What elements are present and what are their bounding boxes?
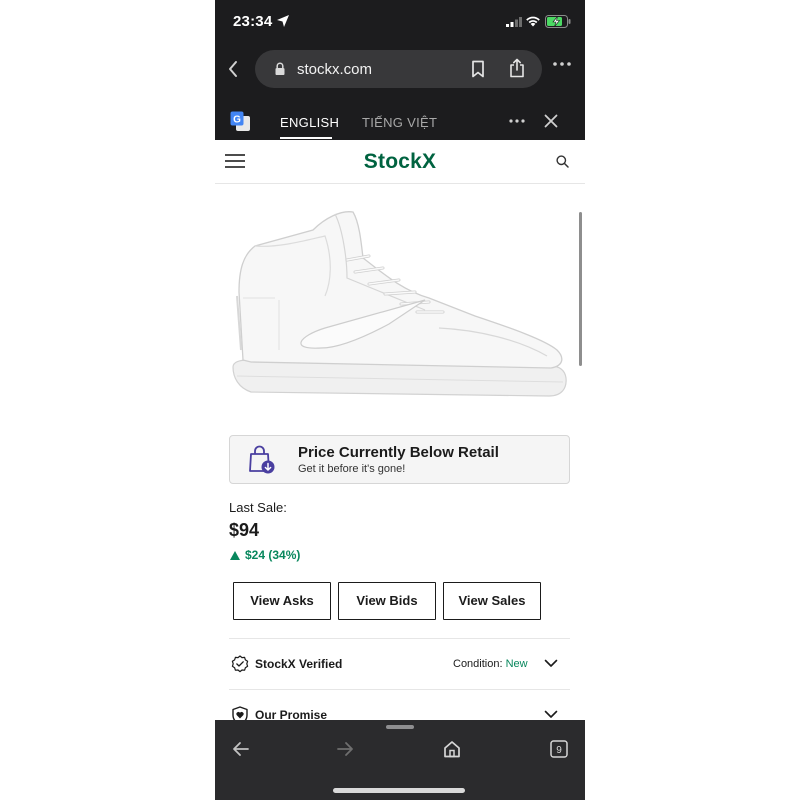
status-time: 23:34 bbox=[233, 13, 273, 30]
status-bar: 23:34 bbox=[215, 0, 585, 44]
tab-vietnamese[interactable]: TIẾNG VIỆT bbox=[362, 115, 437, 130]
address-bar-row: stockx.com bbox=[215, 48, 585, 92]
home-icon[interactable] bbox=[443, 740, 461, 758]
search-icon[interactable] bbox=[556, 155, 569, 168]
last-sale-label: Last Sale: bbox=[229, 500, 287, 515]
bookmark-icon[interactable] bbox=[471, 60, 485, 78]
browser-chrome: 23:34 stockx.com G ENGLISH TIẾNG VIỆT bbox=[215, 0, 585, 140]
sheet-handle[interactable] bbox=[386, 725, 414, 729]
more-options-icon[interactable] bbox=[553, 62, 571, 66]
view-asks-button[interactable]: View Asks bbox=[233, 582, 331, 620]
condition-text: Condition: New bbox=[453, 658, 528, 670]
tabs-icon[interactable]: 9 bbox=[550, 740, 568, 758]
back-arrow-icon[interactable] bbox=[232, 741, 249, 757]
stockx-verified-title: StockX Verified bbox=[255, 657, 343, 671]
close-icon[interactable] bbox=[544, 114, 558, 128]
location-arrow-icon bbox=[277, 15, 289, 27]
shopping-bag-icon bbox=[249, 445, 275, 474]
active-tab-underline bbox=[280, 137, 332, 139]
phone-screen: 23:34 stockx.com G ENGLISH TIẾNG VIỆT St… bbox=[215, 0, 585, 800]
last-sale-price: $94 bbox=[229, 520, 260, 540]
wifi-icon bbox=[526, 16, 540, 27]
image-scroll-indicator bbox=[579, 212, 582, 366]
condition-value: New bbox=[505, 658, 528, 670]
view-bids-button[interactable]: View Bids bbox=[338, 582, 436, 620]
condition-label: Condition: bbox=[453, 658, 503, 670]
verified-badge-icon bbox=[231, 655, 249, 673]
lock-icon bbox=[275, 62, 285, 75]
browser-back-chevron-icon[interactable] bbox=[227, 60, 239, 78]
url-text: stockx.com bbox=[297, 61, 373, 78]
svg-text:G: G bbox=[233, 115, 241, 126]
product-image bbox=[232, 211, 567, 397]
share-icon[interactable] bbox=[509, 58, 525, 78]
price-change: $24 (34%) bbox=[230, 548, 300, 562]
google-translate-icon: G bbox=[230, 111, 250, 131]
stockx-verified-accordion[interactable]: StockX Verified Condition: New bbox=[229, 638, 570, 688]
notice-title: Price Currently Below Retail bbox=[298, 444, 499, 461]
forward-arrow-icon[interactable] bbox=[337, 741, 354, 757]
translate-more-icon[interactable] bbox=[509, 119, 525, 123]
address-bar[interactable]: stockx.com bbox=[255, 50, 542, 88]
chevron-down-icon[interactable] bbox=[544, 710, 558, 719]
stockx-logo[interactable]: StockX bbox=[215, 150, 585, 174]
chevron-down-icon[interactable] bbox=[544, 659, 558, 668]
up-arrow-icon bbox=[230, 551, 240, 560]
tab-english[interactable]: ENGLISH bbox=[280, 115, 339, 130]
site-header: StockX bbox=[215, 140, 585, 184]
notice-subtitle: Get it before it's gone! bbox=[298, 463, 406, 475]
view-sales-button[interactable]: View Sales bbox=[443, 582, 541, 620]
translate-bar: G ENGLISH TIẾNG VIỆT bbox=[215, 100, 585, 140]
below-retail-banner: Price Currently Below Retail Get it befo… bbox=[229, 435, 570, 484]
browser-bottom-toolbar: 9 bbox=[215, 720, 585, 800]
price-change-value: $24 (34%) bbox=[245, 548, 301, 562]
home-indicator[interactable] bbox=[333, 788, 465, 793]
cellular-signal-icon bbox=[506, 17, 522, 27]
tab-count: 9 bbox=[556, 745, 562, 756]
battery-charging-icon bbox=[545, 15, 571, 28]
